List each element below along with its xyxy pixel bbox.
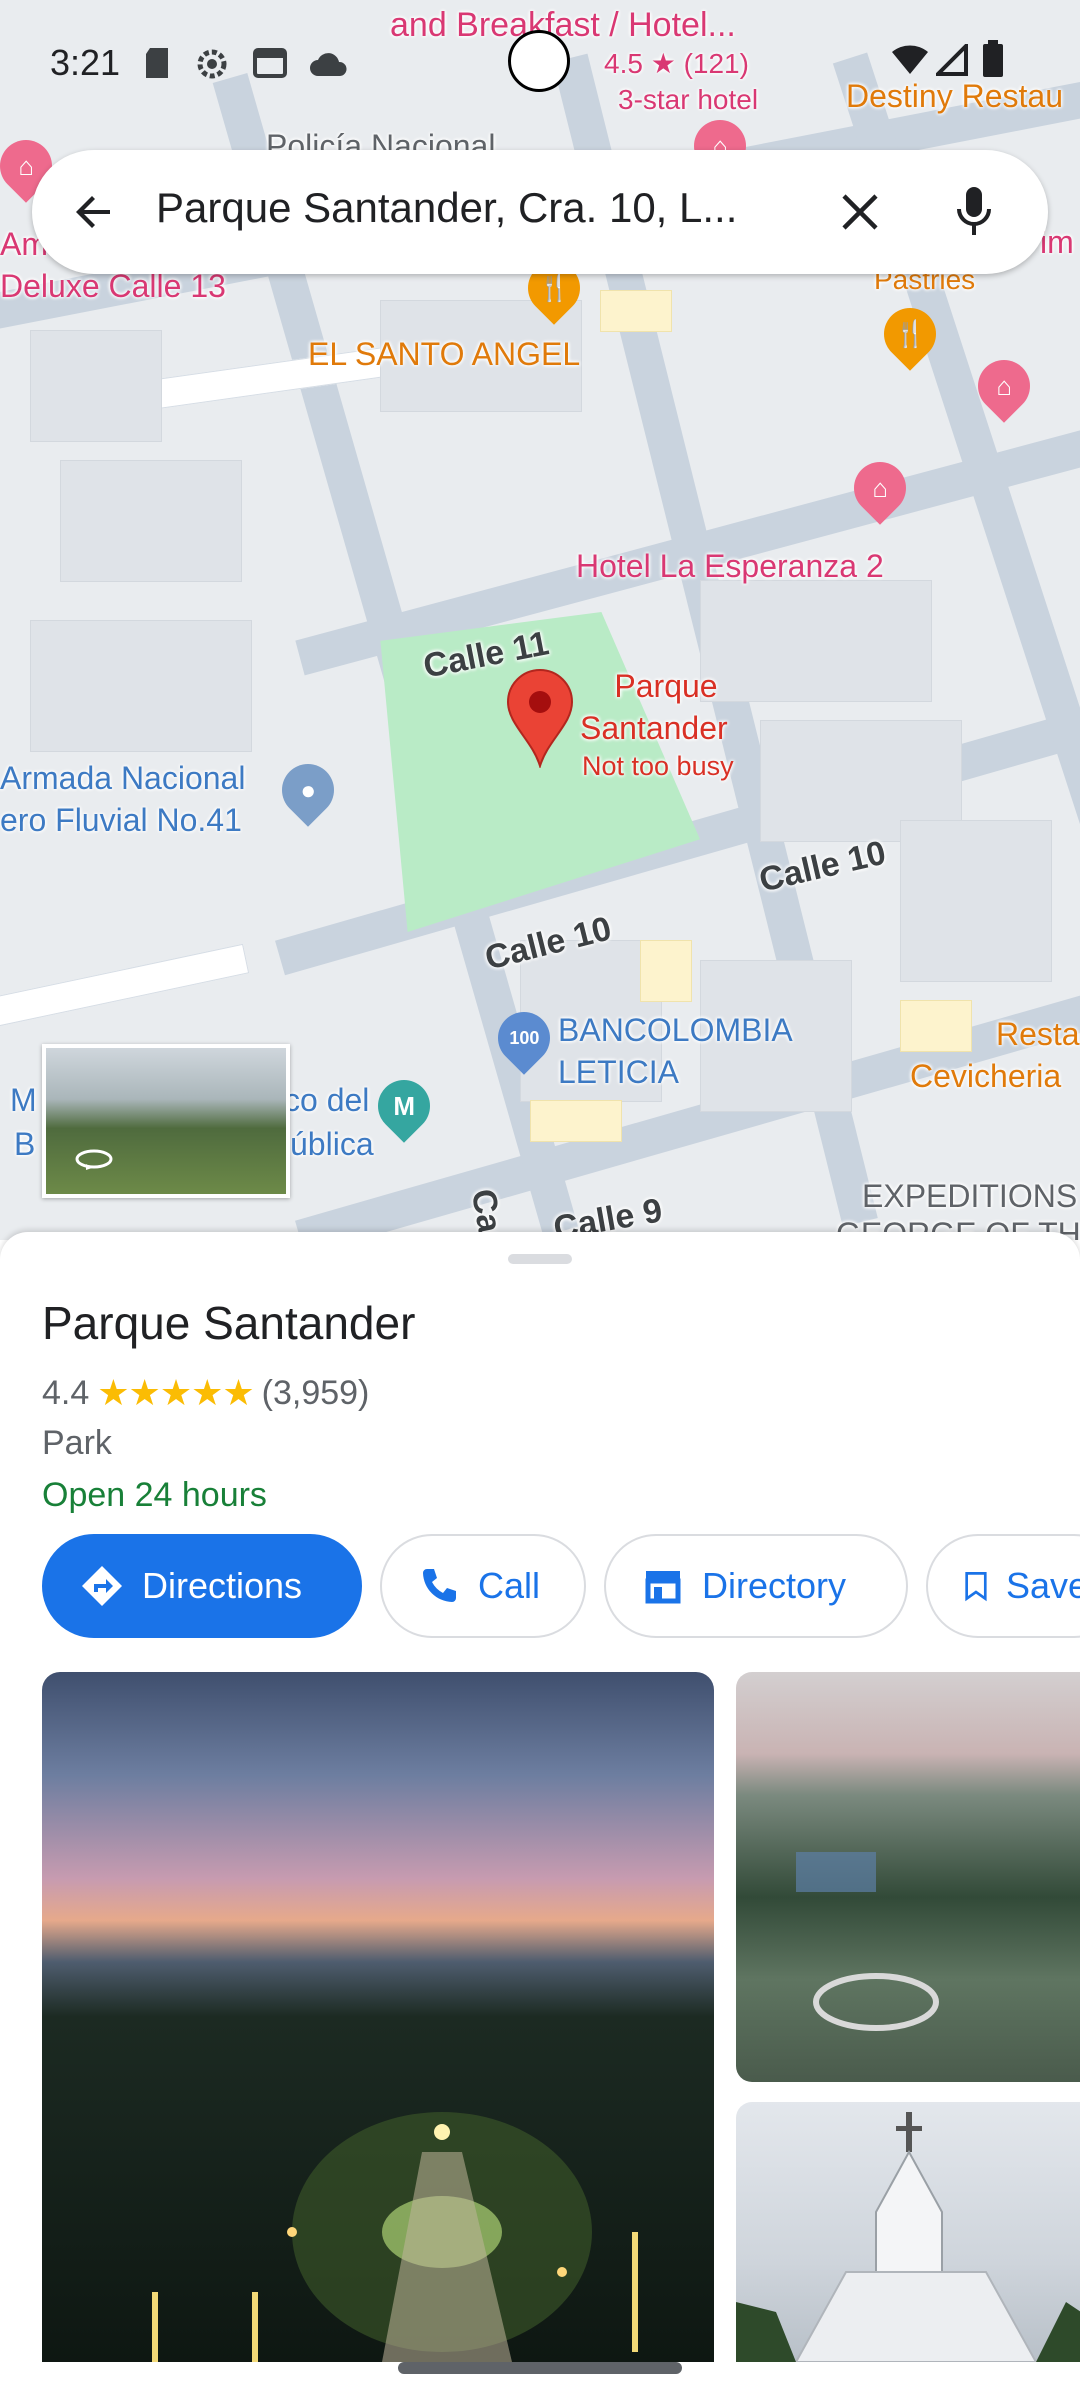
bookmark-icon [965,1572,987,1602]
rating-value: 4.4 [42,1373,90,1412]
status-time: 3:21 [50,42,121,83]
opening-hours[interactable]: Open 24 hours [42,1476,267,1515]
museum-marker-icon[interactable]: M [367,1069,441,1143]
poi-armada-label[interactable]: ero Fluvial No.41 [0,800,242,840]
building [900,820,1052,982]
sd-card-icon [146,48,168,78]
directory-button[interactable]: Directory [604,1534,908,1638]
cloud-icon [310,53,347,76]
poi-museo-label[interactable]: M [10,1080,37,1120]
place-photo[interactable] [736,1672,1080,2082]
directions-icon [82,1566,122,1606]
camera-cutout [508,30,570,92]
church-photo [736,2112,1080,2362]
poi-bank-label[interactable]: LETICIA [558,1052,679,1092]
wifi-icon [892,45,928,74]
aerial-park-photo [796,1852,939,2031]
call-button[interactable]: Call [380,1534,586,1638]
call-label: Call [478,1565,541,1606]
building [700,580,932,702]
poi-expeditions-label[interactable]: EXPEDITIONS [862,1176,1077,1216]
directions-button[interactable]: Directions [42,1534,362,1638]
star-rating-icon: ★★★★★ [97,1372,254,1413]
building-highlight [640,940,692,1002]
poi-museo-label[interactable]: B [14,1124,35,1164]
building [30,620,252,752]
review-count[interactable]: (3,959) [262,1374,370,1413]
place-title: Parque Santander [42,1297,416,1349]
park-busy-label: Not too busy [582,751,734,781]
place-details-sheet[interactable]: Parque Santander 4.4 ★★★★★ (3,959) Park … [0,1232,1080,2400]
storefront-icon [645,1571,681,1604]
selected-place-pin-icon[interactable] [504,668,576,768]
road [0,943,250,1030]
gesture-navigation-bar[interactable] [398,2362,682,2374]
building-highlight [530,1100,622,1142]
save-label: Save [1005,1565,1080,1606]
close-icon [842,194,878,230]
poi-esperanza-label[interactable]: Hotel La Esperanza 2 [576,546,884,586]
rating-row[interactable]: 4.4 ★★★★★ (3,959) [42,1372,369,1414]
street-view-360-icon [75,1149,113,1170]
directory-label: Directory [702,1565,847,1606]
signal-icon [936,44,968,76]
battery-icon [983,40,1003,77]
place-photo[interactable] [736,2102,1080,2362]
search-input[interactable]: Parque Santander, Cra. 10, L... [156,184,836,232]
park-name-label[interactable]: Parque [606,666,726,706]
park-name-label[interactable]: Santander [580,708,728,748]
place-category: Park [42,1424,112,1462]
night-park-photo [152,2112,638,2362]
building [30,330,162,442]
poi-santo-angel-label[interactable]: EL SANTO ANGEL [308,334,580,374]
poi-resta-label[interactable]: Resta [996,1014,1080,1054]
poi-bank-label[interactable]: BANCOLOMBIA [558,1010,793,1050]
poi-resta-label[interactable]: Cevicheria [910,1056,1061,1096]
street-view-thumbnail[interactable] [42,1044,290,1198]
search-bar[interactable]: Parque Santander, Cra. 10, L... [32,150,1048,274]
sheet-drag-handle[interactable] [508,1254,572,1264]
poi-armada-label[interactable]: Armada Nacional [0,758,245,798]
calendar-icon [253,48,287,78]
clear-search-button[interactable] [830,182,890,242]
poi-museo-label[interactable]: co del [284,1080,369,1120]
poi-museo-label[interactable]: ública [290,1124,374,1164]
voice-search-button[interactable] [944,182,1004,242]
back-button[interactable] [64,182,124,242]
phone-icon [423,1569,456,1602]
building-highlight [900,1000,972,1052]
microphone-icon [957,187,991,235]
place-photo-main[interactable] [42,1672,714,2362]
building [60,460,242,582]
save-button[interactable]: Save [926,1534,1080,1638]
building-highlight [600,290,672,332]
directions-label: Directions [142,1565,303,1606]
place-marker-icon[interactable]: ● [271,753,345,827]
arrow-back-icon [76,196,110,228]
settings-icon [197,49,227,79]
